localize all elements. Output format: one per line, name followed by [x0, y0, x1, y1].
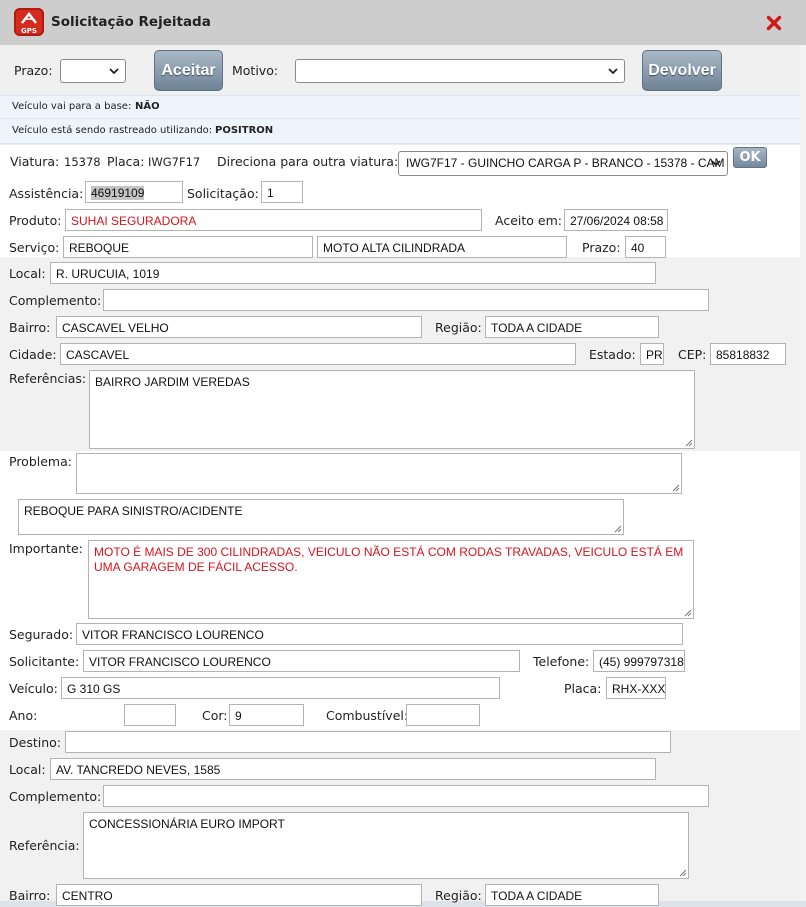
motivo-select[interactable]	[295, 59, 625, 83]
bairro-label: Bairro:	[9, 320, 51, 335]
cidade-label: Cidade:	[9, 347, 57, 362]
placa-field[interactable]: RHX-XXXX	[606, 677, 666, 699]
importante-textarea[interactable]: MOTO É MAIS DE 300 CILINDRADAS, VEICULO …	[88, 540, 694, 619]
aceito-label: Aceito em:	[495, 213, 562, 228]
destino-complemento-label: Complemento:	[9, 789, 102, 804]
combustivel-label: Combustível:	[326, 708, 409, 723]
ano-field[interactable]	[124, 704, 176, 726]
servico-label: Serviço:	[9, 240, 60, 255]
resize-handle-icon[interactable]	[672, 484, 680, 492]
dialog-title: Solicitação Rejeitada	[51, 14, 211, 30]
problema-label: Problema:	[9, 454, 72, 469]
estado-field[interactable]: PR	[640, 343, 664, 365]
cep-field[interactable]: 85818832	[710, 343, 786, 365]
destino-regiao-label: Região:	[435, 888, 482, 903]
destino-referencia-textarea[interactable]: CONCESSIONÁRIA EURO IMPORT	[83, 812, 689, 879]
servico-prazo-label: Prazo:	[582, 240, 621, 255]
produto-label: Produto:	[9, 213, 62, 228]
direciona-label: Direciona para outra viatura:	[217, 154, 399, 169]
resize-handle-icon[interactable]	[685, 439, 693, 447]
servico-detail-field[interactable]: MOTO ALTA CILINDRADA	[317, 236, 567, 258]
resize-handle-icon[interactable]	[614, 525, 622, 533]
destino-bairro-field[interactable]: CENTRO	[56, 884, 422, 906]
servico-field[interactable]: REBOQUE	[63, 236, 313, 258]
assistencia-field[interactable]: 46919109	[85, 181, 183, 203]
placa-value: IWG7F17	[148, 155, 201, 169]
complemento-field[interactable]	[103, 289, 709, 311]
segurado-label: Segurado:	[9, 627, 74, 642]
prazo-label: Prazo:	[14, 63, 53, 78]
cidade-field[interactable]: CASCAVEL	[60, 343, 576, 365]
produto-field[interactable]: SUHAI SEGURADORA	[65, 209, 482, 231]
regiao-field[interactable]: TODA A CIDADE	[485, 316, 659, 338]
problema-textarea[interactable]	[76, 453, 682, 494]
logo-text: GPS	[21, 27, 37, 35]
info-base: Veículo vai para a base: NÃO	[0, 95, 800, 119]
destino-complemento-field[interactable]	[103, 785, 709, 807]
destino-local-field[interactable]: AV. TANCREDO NEVES, 1585	[50, 758, 656, 780]
ok-button[interactable]: OK	[733, 147, 767, 168]
chevron-down-icon	[109, 68, 119, 74]
local-field[interactable]: R. URUCUIA, 1019	[50, 262, 656, 284]
viatura-label: Viatura:	[10, 154, 60, 169]
destino-regiao-field[interactable]: TODA A CIDADE	[485, 884, 659, 906]
devolver-button[interactable]: Devolver	[642, 50, 722, 91]
destino-bairro-label: Bairro:	[9, 888, 51, 903]
servico-prazo-field[interactable]: 40	[625, 236, 666, 258]
aceitar-button[interactable]: Aceitar	[154, 50, 223, 91]
vertical-scrollbar[interactable]	[800, 45, 806, 901]
app-logo: GPS	[14, 8, 44, 36]
chevron-down-icon	[608, 68, 618, 74]
telefone-label: Telefone:	[533, 654, 590, 669]
combustivel-field[interactable]	[406, 704, 480, 726]
prazo-select[interactable]	[60, 59, 126, 83]
close-icon[interactable]	[766, 15, 782, 31]
bairro-field[interactable]: CASCAVEL VELHO	[56, 316, 422, 338]
aceito-field[interactable]: 27/06/2024 08:58	[564, 209, 668, 231]
referencias-label: Referências:	[9, 371, 87, 386]
solicitacao-field[interactable]: 1	[261, 181, 303, 203]
regiao-label: Região:	[435, 320, 482, 335]
viatura-value: 15378	[64, 155, 101, 169]
direciona-select[interactable]: IWG7F17 - GUINCHO CARGA P - BRANCO - 153…	[398, 151, 728, 176]
local-label: Local:	[9, 266, 46, 281]
solicitante-field[interactable]: VITOR FRANCISCO LOURENCO	[83, 650, 520, 672]
destino-field[interactable]	[65, 731, 671, 753]
resize-handle-icon[interactable]	[684, 609, 692, 617]
veiculo-label: Veículo:	[9, 681, 58, 696]
destino-referencia-label: Referência:	[9, 838, 80, 853]
solicitante-label: Solicitante:	[9, 654, 80, 669]
segurado-field[interactable]: VITOR FRANCISCO LOURENCO	[76, 623, 683, 645]
info-rastreado: Veículo está sendo rastreado utilizando:…	[0, 119, 800, 144]
destino-local-label: Local:	[9, 762, 46, 777]
placa-label: Placa:	[107, 154, 145, 169]
placa-field-label: Placa:	[564, 681, 602, 696]
importante-label: Importante:	[9, 541, 83, 556]
problema-detail-textarea[interactable]: REBOQUE PARA SINISTRO/ACIDENTE	[18, 499, 624, 535]
telefone-field[interactable]: (45) 999797318	[593, 650, 685, 672]
resize-handle-icon[interactable]	[679, 869, 687, 877]
chevron-down-icon	[711, 160, 721, 166]
cor-field[interactable]: 9	[229, 704, 304, 726]
motivo-label: Motivo:	[232, 63, 279, 78]
assistencia-label: Assistência:	[9, 186, 84, 201]
referencias-textarea[interactable]: BAIRRO JARDIM VEREDAS	[89, 370, 695, 449]
cep-label: CEP:	[678, 347, 707, 362]
ano-label: Ano:	[9, 708, 38, 723]
veiculo-field[interactable]: G 310 GS	[61, 677, 500, 699]
complemento-label: Complemento:	[9, 293, 102, 308]
cor-label: Cor:	[202, 708, 228, 723]
estado-label: Estado:	[589, 347, 636, 362]
solicitacao-label: Solicitação:	[187, 186, 259, 201]
destino-label: Destino:	[9, 735, 61, 750]
